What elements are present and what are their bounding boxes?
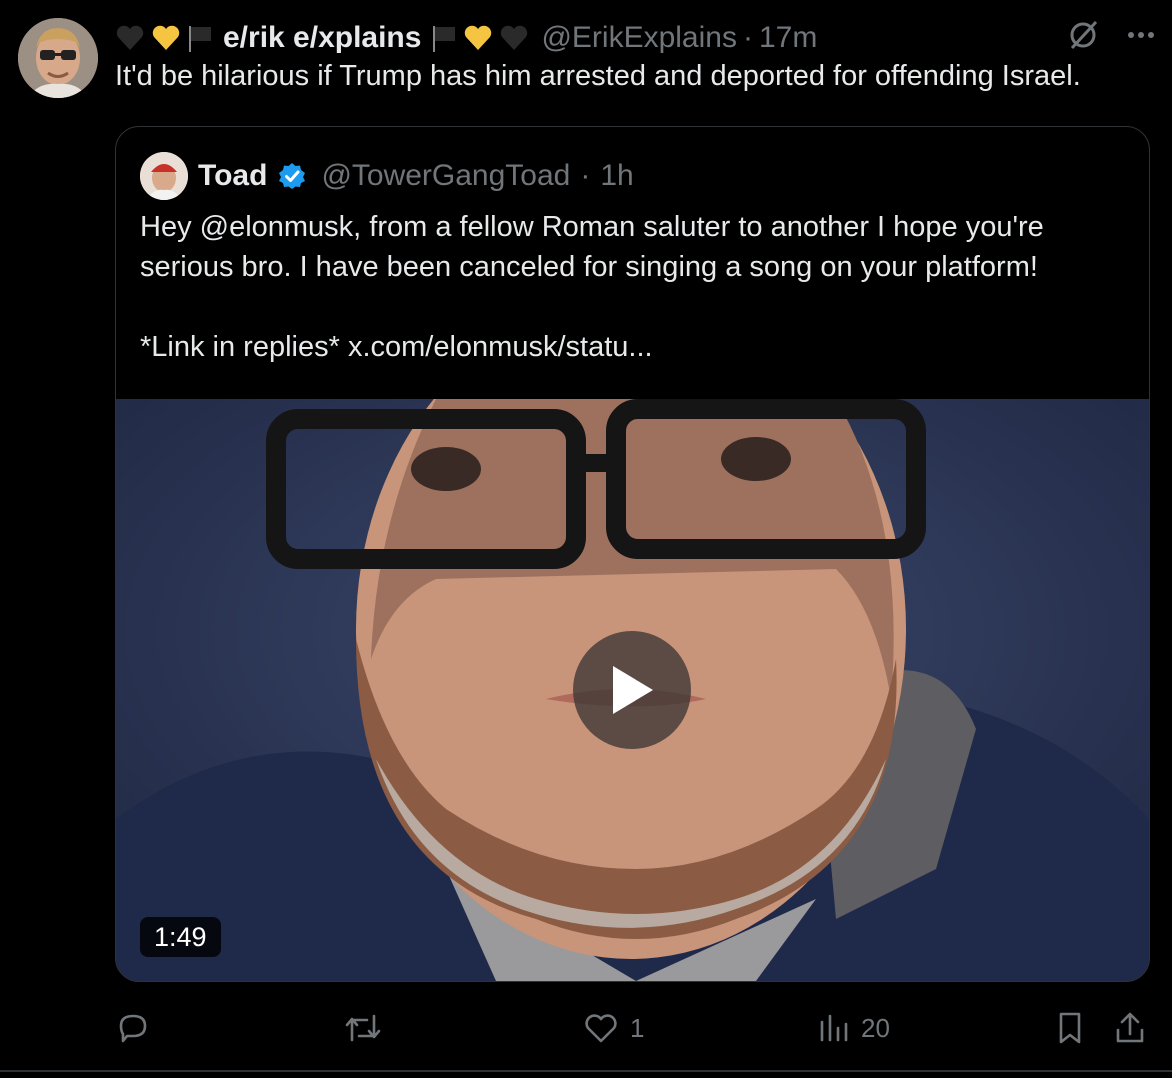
- black-heart-icon: [116, 25, 144, 50]
- quoted-text-line: *Link in replies* x.com/elonmusk/statu..…: [140, 331, 653, 363]
- author-display-name[interactable]: e/rik e/xplains: [223, 21, 421, 55]
- separator-dot: ·: [580, 159, 591, 192]
- video-duration: 1:49: [140, 917, 221, 957]
- views-button[interactable]: 20: [817, 1000, 890, 1056]
- black-flag-icon: [433, 26, 456, 52]
- more-options-icon[interactable]: [1124, 18, 1158, 52]
- heart-icon: [585, 1014, 617, 1043]
- grok-icon[interactable]: [1066, 18, 1100, 52]
- author-handle[interactable]: @ErikExplains: [541, 21, 737, 55]
- repost-button[interactable]: [343, 1000, 393, 1056]
- divider: [0, 1070, 1172, 1072]
- separator-dot: ·: [742, 21, 753, 54]
- tweet-header: e/rik e/xplains @ErikExplains · 17m: [115, 16, 817, 60]
- reply-icon: [119, 1014, 147, 1043]
- quoted-author-avatar-image: [140, 152, 188, 200]
- like-button[interactable]: 1: [582, 1000, 644, 1056]
- quoted-author-display-name[interactable]: Toad: [198, 159, 267, 193]
- share-icon: [1116, 1012, 1144, 1043]
- quoted-author-handle[interactable]: @TowerGangToad: [321, 159, 570, 193]
- quoted-text-line: Hey @elonmusk, from a fellow Roman salut…: [140, 211, 1044, 243]
- quoted-text-line: serious bro. I have been canceled for si…: [140, 251, 1038, 283]
- play-icon: [613, 666, 653, 714]
- tweet-top-actions: [1066, 18, 1158, 52]
- tweet-text: It'd be hilarious if Trump has him arres…: [115, 60, 1081, 92]
- bookmark-icon: [1059, 1012, 1081, 1044]
- video-player[interactable]: 1:49: [116, 399, 1149, 981]
- black-heart-icon: [501, 25, 528, 50]
- quoted-tweet-text: Hey @elonmusk, from a fellow Roman salut…: [140, 207, 1044, 367]
- like-count: 1: [630, 1012, 645, 1043]
- quoted-tweet-time[interactable]: 1h: [600, 159, 633, 193]
- views-chart-icon: [820, 1014, 848, 1042]
- share-button[interactable]: [1113, 1000, 1147, 1056]
- black-flag-icon: [189, 26, 211, 52]
- author-avatar-image: [18, 18, 98, 98]
- repost-icon: [345, 1014, 381, 1042]
- verified-badge-icon[interactable]: [277, 161, 307, 191]
- bookmark-button[interactable]: [1053, 1000, 1087, 1056]
- quoted-author-avatar[interactable]: [140, 152, 188, 200]
- yellow-heart-icon: [152, 25, 180, 50]
- yellow-heart-icon: [465, 25, 492, 50]
- author-avatar[interactable]: [18, 18, 98, 98]
- tweet-action-bar: 1 20: [115, 1000, 1155, 1056]
- play-button[interactable]: [573, 631, 691, 749]
- tweet-time[interactable]: 17m: [759, 21, 817, 55]
- views-count: 20: [861, 1012, 890, 1043]
- reply-button[interactable]: [115, 1000, 161, 1056]
- quoted-tweet[interactable]: Toad @TowerGangToad · 1h Hey @elonmusk, …: [115, 126, 1150, 982]
- quoted-text-line: [140, 287, 1044, 327]
- quoted-tweet-header: Toad @TowerGangToad · 1h: [140, 151, 634, 201]
